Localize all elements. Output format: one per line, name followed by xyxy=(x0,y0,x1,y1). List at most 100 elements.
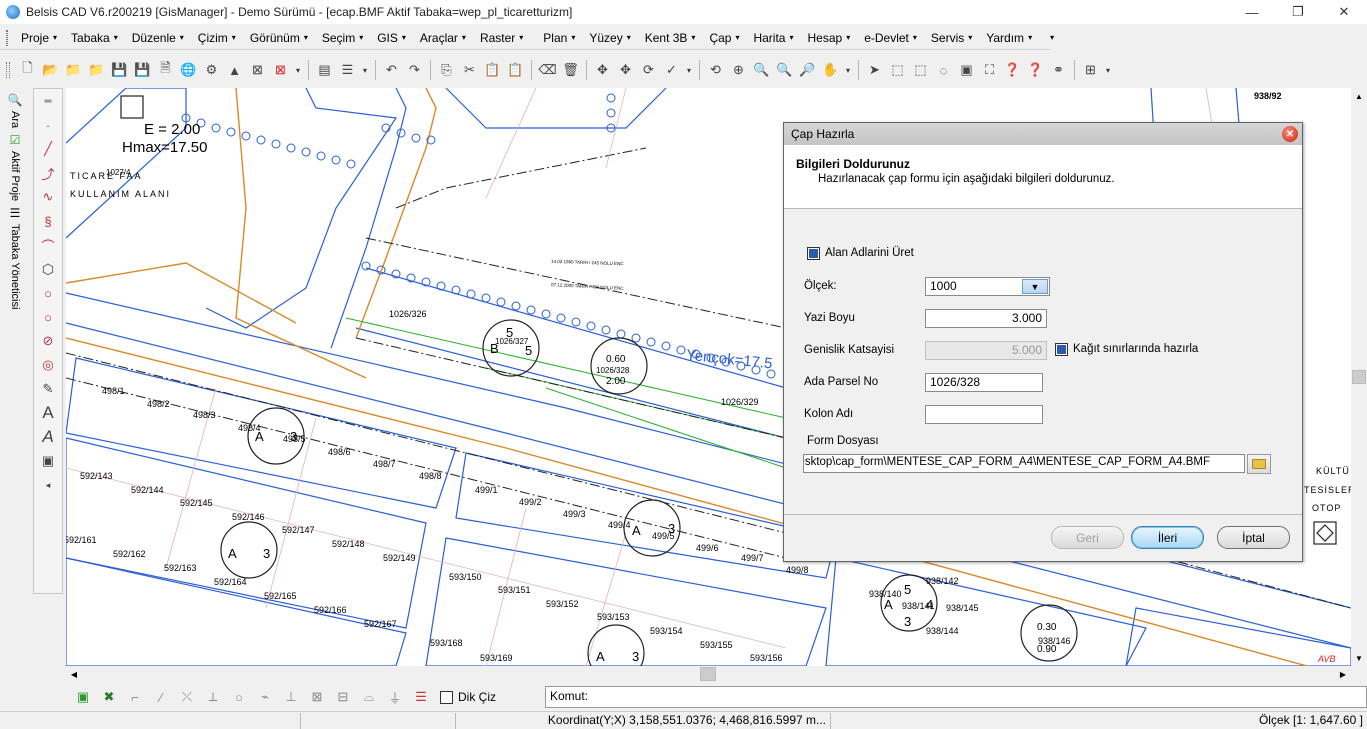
chevron-down-icon[interactable]: ▾ xyxy=(292,66,304,75)
redo-icon[interactable]: ↷ xyxy=(405,60,425,80)
open-folder-icon[interactable]: 📂 xyxy=(41,60,61,80)
settings-icon[interactable]: ⚙ xyxy=(202,60,222,80)
dik-ciz-toggle[interactable]: Dik Çiz xyxy=(440,690,496,704)
menu-raster[interactable]: Raster ▾ xyxy=(473,27,530,49)
print-preview-icon[interactable]: 🗎 xyxy=(156,60,176,80)
snap-cross-icon[interactable]: ✖ xyxy=(99,687,119,707)
snap-mode-icon[interactable]: ▣ xyxy=(73,687,93,707)
scroll-left-icon[interactable]: ◀ xyxy=(66,670,82,679)
binoculars-icon[interactable]: ⚭ xyxy=(1049,60,1069,80)
delete-red-icon[interactable]: ⊠ xyxy=(271,60,291,80)
menu-tabaka[interactable]: Tabaka ▾ xyxy=(64,27,125,49)
snap-circle-icon[interactable]: ○ xyxy=(229,687,249,707)
select-window-icon[interactable]: ⬚ xyxy=(888,60,908,80)
layers-icon[interactable]: ☰ xyxy=(338,60,358,80)
menu-kent3b[interactable]: Kent 3B ▾ xyxy=(638,27,703,49)
curve-icon[interactable]: § xyxy=(37,209,59,233)
geri-button[interactable]: Geri xyxy=(1051,526,1124,549)
tab-ara[interactable]: 🔍 Ara xyxy=(0,92,30,128)
dialog-title-bar[interactable]: Çap Hazırla ✕ xyxy=(784,123,1302,145)
paste-special-icon[interactable]: 📋 xyxy=(506,60,526,80)
chevron-down-icon[interactable]: ▾ xyxy=(359,66,371,75)
menu-harita[interactable]: Harita ▾ xyxy=(746,27,800,49)
vertical-scrollbar[interactable]: ▲ ▼ xyxy=(1351,88,1367,666)
menu-cap[interactable]: Çap ▾ xyxy=(702,27,746,49)
rotate-icon[interactable]: ⟳ xyxy=(639,60,659,80)
text-italic-icon[interactable]: A xyxy=(37,425,59,449)
open-recent-icon[interactable]: 📁 xyxy=(64,60,84,80)
new-file-icon[interactable]: 🗋 xyxy=(18,60,38,80)
select-fence-icon[interactable]: ⛶ xyxy=(980,60,1000,80)
pan-icon[interactable]: ✋ xyxy=(821,60,841,80)
chevron-down-icon[interactable]: ▾ xyxy=(1102,66,1114,75)
circle-2p-icon[interactable]: ○ xyxy=(37,305,59,329)
close-button[interactable]: ✕ xyxy=(1321,0,1367,24)
menu-proje[interactable]: Proje ▾ xyxy=(14,27,64,49)
toolbar-handle-icon[interactable]: ═ xyxy=(37,89,59,113)
import-icon[interactable]: 📁 xyxy=(87,60,107,80)
restore-button[interactable]: ❐ xyxy=(1275,0,1321,24)
polygon-icon[interactable]: ⬡ xyxy=(37,257,59,281)
paste-icon[interactable]: 📋 xyxy=(483,60,503,80)
snap-node-icon[interactable]: ⊠ xyxy=(307,687,327,707)
zoom-window-icon[interactable]: 🔎 xyxy=(798,60,818,80)
select-layer-icon[interactable]: ▣ xyxy=(957,60,977,80)
menu-grip[interactable] xyxy=(6,29,8,46)
line-icon[interactable]: ╱ xyxy=(37,137,59,161)
google-maps-icon[interactable]: 🌐 xyxy=(179,60,199,80)
image-icon[interactable]: ▣ xyxy=(37,449,59,473)
zoom-out-icon[interactable]: 🔍 xyxy=(775,60,795,80)
help-orange-icon[interactable]: ❓ xyxy=(1026,60,1046,80)
zoom-center-icon[interactable]: ⊕ xyxy=(729,60,749,80)
olcek-select[interactable]: 1000 ▼ xyxy=(925,277,1050,296)
tab-tabaka-yoneticisi[interactable]: ☰ Tabaka Yöneticisi xyxy=(0,205,30,309)
command-input[interactable]: Komut: xyxy=(545,686,1367,708)
select-circle-icon[interactable]: ◌ xyxy=(934,60,954,80)
menu-plan[interactable]: Plan ▾ xyxy=(536,27,582,49)
cut-icon[interactable]: ✂ xyxy=(460,60,480,80)
save-icon[interactable]: 💾 xyxy=(110,60,130,80)
genislik-input[interactable]: 5.000 xyxy=(925,341,1047,360)
dimension-icon[interactable]: ✎ xyxy=(37,377,59,401)
zoom-in-icon[interactable]: 🔍 xyxy=(752,60,772,80)
menu-gis[interactable]: GIS ▾ xyxy=(370,27,413,49)
iptal-button[interactable]: İptal xyxy=(1217,526,1290,549)
spline-icon[interactable]: ∿ xyxy=(37,185,59,209)
menu-servis[interactable]: Servis ▾ xyxy=(924,27,979,49)
scroll-down-icon[interactable]: ▼ xyxy=(1351,650,1367,666)
copy-icon[interactable]: ⎘ xyxy=(437,60,457,80)
snap-end-icon[interactable]: ⌐ xyxy=(125,687,145,707)
browse-folder-button[interactable] xyxy=(1247,454,1271,474)
menu-araclar[interactable]: Araçlar ▾ xyxy=(413,27,473,49)
collapse-arrow-icon[interactable]: ◂ xyxy=(37,473,59,497)
snap-arc-icon[interactable]: ⌓ xyxy=(359,687,379,707)
toolbar-grip[interactable] xyxy=(6,62,10,78)
snap-line-icon[interactable]: ⁄ xyxy=(151,687,171,707)
ellipse-icon[interactable]: ◎ xyxy=(37,353,59,377)
minimize-button[interactable]: — xyxy=(1229,0,1275,24)
horizontal-scroll-thumb[interactable] xyxy=(700,667,716,681)
snap-parallel-icon[interactable]: ⏚ xyxy=(385,687,405,707)
menu-duzenle[interactable]: Düzenle ▾ xyxy=(125,27,191,49)
circle-icon[interactable]: ○ xyxy=(37,281,59,305)
trash-icon[interactable]: 🗑 xyxy=(561,60,581,80)
table-icon[interactable]: ▤ xyxy=(315,60,335,80)
eraser-icon[interactable]: ⌫ xyxy=(538,60,558,80)
circle-center-icon[interactable]: ⊘ xyxy=(37,329,59,353)
horizontal-scrollbar[interactable]: ◀ ▶ xyxy=(66,666,1351,682)
tab-aktif-proje[interactable]: ☑ Aktif Proje xyxy=(0,132,30,201)
chevron-down-icon[interactable]: ▾ xyxy=(683,66,695,75)
plugin-icon[interactable]: ▲ xyxy=(225,60,245,80)
layer-x-icon[interactable]: ⊠ xyxy=(248,60,268,80)
kolon-input[interactable] xyxy=(925,405,1043,424)
chevron-down-icon[interactable]: ▾ xyxy=(842,66,854,75)
point-icon[interactable]: · xyxy=(37,113,59,137)
snap-tangent-icon[interactable]: ⊥ xyxy=(281,687,301,707)
menu-overflow[interactable]: ▾ xyxy=(1039,27,1061,49)
yazi-boyu-input[interactable]: 3.000 xyxy=(925,309,1047,328)
layer-stack-icon[interactable]: ☰ xyxy=(411,687,431,707)
kagit-checkbox[interactable] xyxy=(1055,343,1068,356)
menu-secim[interactable]: Seçim ▾ xyxy=(315,27,370,49)
vertical-scroll-thumb[interactable] xyxy=(1352,370,1366,384)
alan-adlari-checkbox[interactable] xyxy=(807,247,820,260)
